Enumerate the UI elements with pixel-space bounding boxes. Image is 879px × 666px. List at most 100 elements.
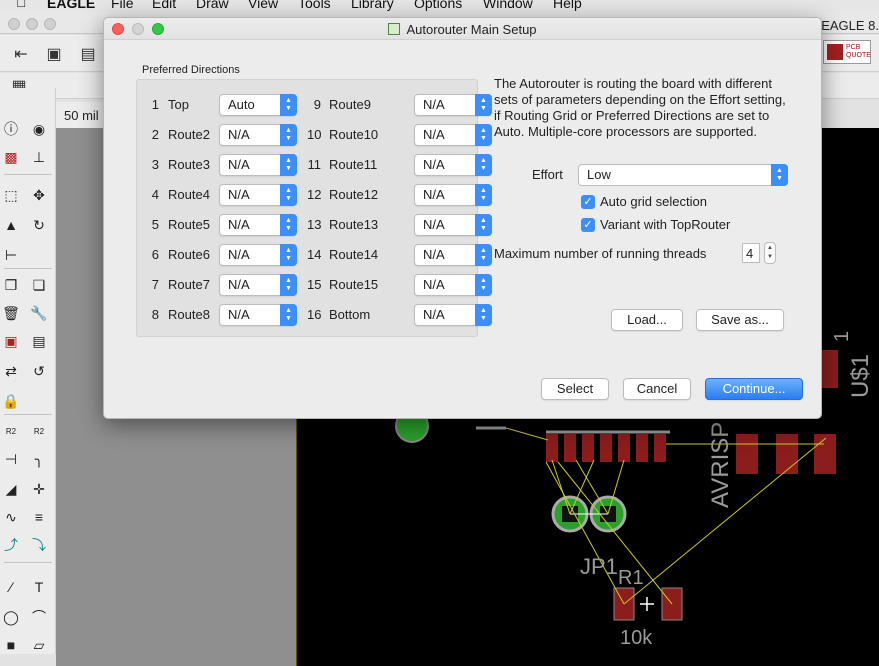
smd-pad — [814, 434, 836, 474]
apple-icon[interactable]:  — [16, 0, 27, 10]
menu-tools[interactable]: Tools — [298, 0, 331, 11]
direction-select[interactable]: N/A ▲ ▼ — [414, 304, 492, 326]
pcb-quote-button[interactable]: PCB QUOTE — [823, 40, 871, 64]
meander-icon[interactable]: ∿ — [0, 506, 22, 528]
smash-icon[interactable]: ✛ — [28, 478, 50, 500]
jp-pads — [395, 409, 627, 533]
wrench-icon[interactable]: 🔧 — [28, 302, 50, 324]
layer-name: Route9 — [329, 97, 371, 112]
window-title: EAGLE 8. — [821, 18, 879, 33]
direction-select[interactable]: N/A ▲ ▼ — [219, 304, 297, 326]
pcb-quote-line1: PCB — [846, 44, 861, 51]
direction-select[interactable]: N/A ▲ ▼ — [414, 184, 492, 206]
move-icon[interactable]: ✥ — [28, 184, 50, 206]
layer-name: Top — [168, 97, 189, 112]
layer-number: 9 — [313, 97, 321, 112]
dialog-titlebar: Autorouter Main Setup — [104, 18, 821, 40]
direction-select[interactable]: N/A ▲ ▼ — [219, 274, 297, 296]
smd-pad — [564, 434, 576, 462]
direction-select[interactable]: N/A ▲ ▼ — [414, 244, 492, 266]
layers-icon[interactable]: ▩ — [0, 146, 22, 168]
line-icon[interactable]: ⁄ — [0, 576, 22, 598]
direction-select[interactable]: N/A ▲ ▼ — [219, 154, 297, 176]
direction-select[interactable]: N/A ▲ ▼ — [414, 154, 492, 176]
menu-app-name[interactable]: EAGLE — [47, 0, 95, 11]
direction-select[interactable]: N/A ▲ ▼ — [414, 124, 492, 146]
delete-icon[interactable]: 🗑 — [0, 302, 22, 324]
text-icon[interactable]: T — [28, 576, 50, 598]
close-window-button[interactable] — [8, 18, 20, 30]
mirror-icon[interactable]: ▲ — [0, 214, 22, 236]
direction-select[interactable]: N/A ▲ ▼ — [219, 124, 297, 146]
eye-icon[interactable]: ◉ — [28, 118, 50, 140]
swap-icon[interactable]: ⇄ — [0, 360, 22, 382]
layer-name: Route12 — [329, 187, 379, 202]
add-icon[interactable]: ▣ — [0, 330, 22, 352]
threads-stepper[interactable]: ▲ ▼ — [764, 242, 776, 264]
arc-icon[interactable]: ⌒ — [28, 606, 50, 628]
select-button[interactable]: Select — [541, 378, 609, 400]
print-icon[interactable]: ▤ — [77, 43, 99, 65]
direction-select[interactable]: N/A ▲ ▼ — [219, 214, 297, 236]
minimize-window-button[interactable] — [26, 18, 38, 30]
toolbar-divider — [4, 414, 52, 415]
menu-options[interactable]: Options — [414, 0, 462, 11]
copy-icon[interactable]: ❐ — [0, 274, 22, 296]
chevron-updown-icon: ▲ ▼ — [475, 304, 492, 326]
lock-icon[interactable]: 🔒 — [0, 390, 22, 412]
effort-label: Effort — [532, 167, 563, 182]
menu-draw[interactable]: Draw — [196, 0, 229, 11]
menu-library[interactable]: Library — [351, 0, 394, 11]
rotate-icon[interactable]: ↻ — [28, 214, 50, 236]
paste-icon[interactable]: ❏ — [28, 274, 50, 296]
direction-select[interactable]: N/A ▲ ▼ — [414, 274, 492, 296]
threads-label: Maximum number of running threads — [494, 246, 707, 261]
open-icon[interactable]: ⇤ — [10, 43, 32, 65]
menu-view[interactable]: View — [248, 0, 278, 11]
zoom-window-button[interactable] — [44, 18, 56, 30]
menu-help[interactable]: Help — [553, 0, 582, 11]
value-icon[interactable]: R2 — [28, 420, 50, 442]
ripup-icon[interactable]: ≡ — [28, 506, 50, 528]
route-icon[interactable]: ⤴ — [0, 534, 22, 556]
optimize-icon[interactable]: ◢ — [0, 478, 22, 500]
chevron-updown-icon: ▲ ▼ — [280, 304, 297, 326]
chevron-updown-icon: ▲ ▼ — [280, 274, 297, 296]
rect-icon[interactable]: ■ — [0, 634, 22, 656]
mark-icon[interactable]: ⊥ — [28, 146, 50, 168]
chevron-updown-icon: ▲ ▼ — [280, 94, 297, 116]
direction-select[interactable]: Auto ▲ ▼ — [219, 94, 297, 116]
direction-select[interactable]: N/A ▲ ▼ — [414, 214, 492, 236]
info-icon[interactable]: ⓘ — [0, 118, 22, 140]
chevron-updown-icon: ▲ ▼ — [280, 124, 297, 146]
effort-select[interactable]: Low ▲ ▼ — [578, 164, 788, 186]
smd-pad — [600, 434, 612, 462]
smd-pad — [582, 434, 594, 462]
load-button[interactable]: Load... — [611, 309, 683, 331]
menu-file[interactable]: File — [111, 0, 134, 11]
direction-select[interactable]: N/A ▲ ▼ — [219, 244, 297, 266]
cancel-button[interactable]: Cancel — [623, 378, 691, 400]
continue-button[interactable]: Continue... — [705, 378, 803, 400]
save-icon[interactable]: ▣ — [43, 43, 65, 65]
direction-value: N/A — [423, 277, 445, 292]
polygon-icon[interactable]: ▱ — [28, 634, 50, 656]
align-icon[interactable]: ⊢ — [0, 244, 22, 266]
split-icon[interactable]: ⊣ — [0, 448, 22, 470]
layer-number: 13 — [307, 217, 322, 232]
save-as-button[interactable]: Save as... — [696, 309, 784, 331]
direction-value: N/A — [228, 217, 250, 232]
threads-input[interactable]: 4 — [742, 243, 760, 263]
r1-symbol — [640, 597, 654, 611]
circle-icon[interactable]: ◯ — [0, 606, 22, 628]
lock-rotate-icon[interactable]: ↺ — [28, 360, 50, 382]
select-icon[interactable]: ⬚ — [0, 184, 22, 206]
menu-window[interactable]: Window — [483, 0, 533, 11]
autoroute-icon[interactable]: ⤵ — [28, 534, 50, 556]
miter-icon[interactable]: ╮ — [28, 448, 50, 470]
menu-edit[interactable]: Edit — [152, 0, 176, 11]
direction-select[interactable]: N/A ▲ ▼ — [219, 184, 297, 206]
replace-icon[interactable]: ▤ — [28, 330, 50, 352]
direction-select[interactable]: N/A ▲ ▼ — [414, 94, 492, 116]
name-icon[interactable]: R2 — [0, 420, 22, 442]
